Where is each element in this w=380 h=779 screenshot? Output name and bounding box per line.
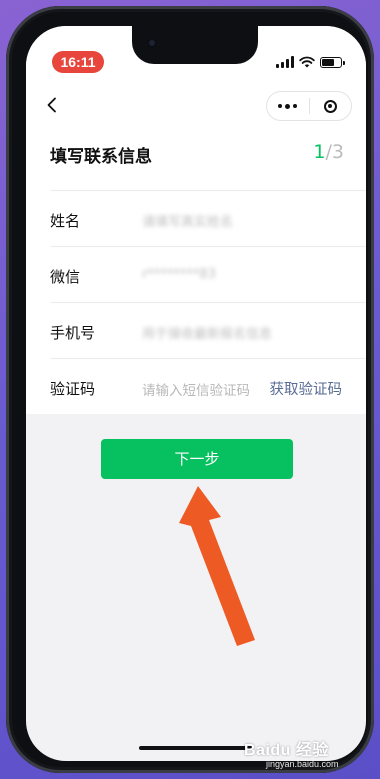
get-code-button[interactable]: 获取验证码 — [270, 378, 343, 399]
camera-icon — [147, 38, 157, 48]
signal-icon — [276, 56, 294, 68]
code-label: 验证码 — [50, 380, 96, 398]
watermark-url: jingyan.baidu.com — [266, 759, 339, 769]
phone-input[interactable]: 用于接收最新报名信息 — [142, 323, 272, 342]
step-current: 1 — [313, 141, 326, 163]
mini-program-capsule — [266, 91, 352, 121]
status-icons — [276, 54, 345, 70]
step-indicator: 1/3 — [313, 141, 344, 163]
nav-bar — [26, 86, 366, 126]
code-field-row: 验证码 请输入短信验证码 获取验证码 — [50, 358, 366, 415]
phone-field-row: 手机号 用于接收最新报名信息 — [50, 302, 366, 359]
wechat-label: 微信 — [50, 268, 81, 286]
notch — [132, 26, 258, 64]
status-time: 16:11 — [52, 51, 104, 73]
step-total: /3 — [325, 141, 345, 163]
watermark-logo: Baidu 经验 — [244, 742, 329, 759]
phone-label: 手机号 — [50, 324, 96, 342]
chevron-left-icon[interactable] — [44, 97, 60, 113]
name-field-row: 姓名 请填写真实姓名 — [50, 190, 366, 247]
wechat-input[interactable]: r********83 — [142, 267, 216, 282]
wechat-field-row: 微信 r********83 — [50, 246, 366, 303]
next-step-button[interactable]: 下一步 — [101, 439, 293, 479]
more-dots-icon[interactable] — [267, 103, 309, 109]
home-indicator — [139, 746, 253, 750]
name-label: 姓名 — [50, 212, 81, 230]
wifi-icon — [299, 56, 315, 68]
baidu-watermark: Baidu 经验 jingyan.baidu.com — [244, 736, 376, 776]
phone-screen: 16:11 填写联系信息 1/3 姓名 请填写真实姓名 微信 r********… — [26, 26, 366, 761]
battery-icon — [320, 56, 345, 68]
code-input[interactable]: 请输入短信验证码 — [142, 379, 262, 399]
name-input[interactable]: 请填写真实姓名 — [142, 211, 233, 230]
target-circle-icon[interactable] — [310, 99, 352, 113]
page-title: 填写联系信息 — [50, 147, 152, 167]
phone-frame: 16:11 填写联系信息 1/3 姓名 请填写真实姓名 微信 r********… — [6, 6, 374, 773]
